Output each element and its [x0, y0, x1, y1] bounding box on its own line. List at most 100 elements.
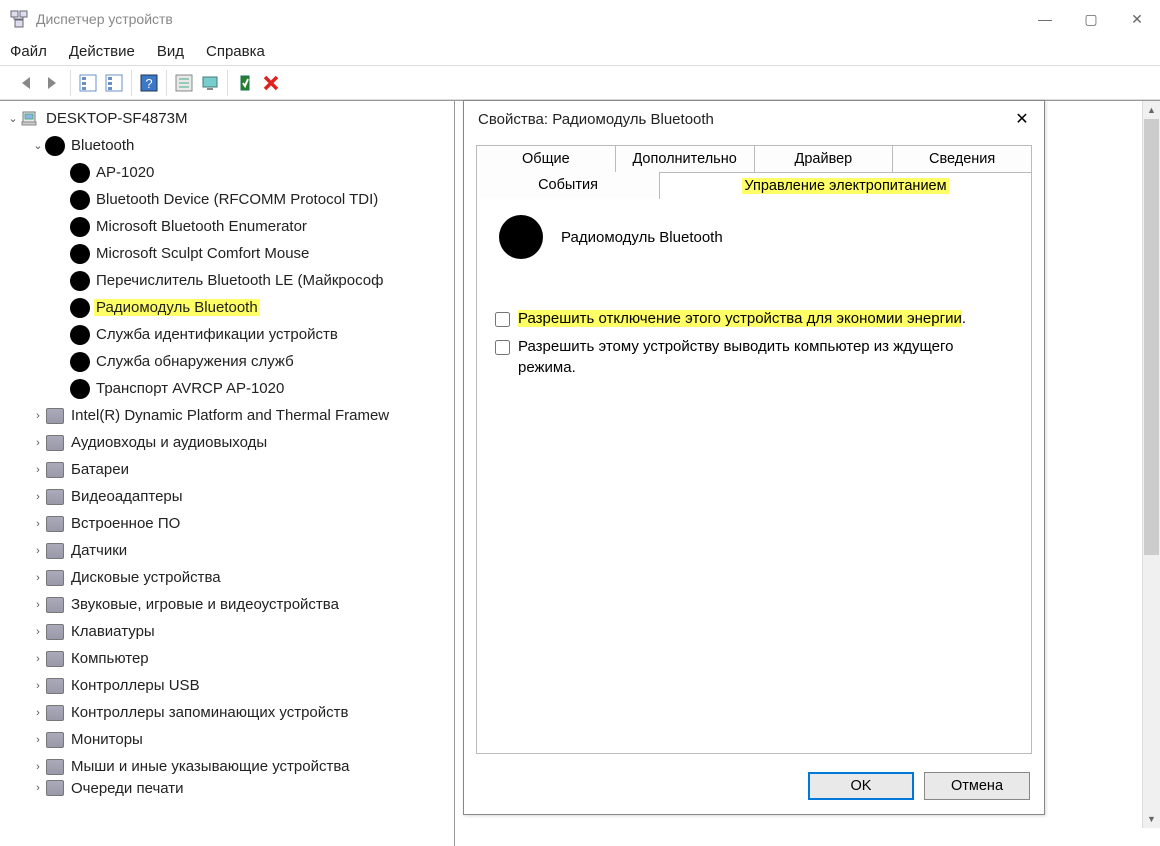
tree-category[interactable]: ›Мыши и иные указывающие устройства	[0, 753, 454, 780]
scrollbar-thumb[interactable]	[1144, 119, 1159, 555]
dialog-close-button[interactable]: ✕	[1000, 103, 1044, 135]
expander-icon[interactable]: ›	[31, 707, 45, 719]
tree-category[interactable]: › Батареи	[0, 456, 454, 483]
expander-icon[interactable]: ›	[31, 626, 45, 638]
tree-root[interactable]: ⌄DESKTOP-SF4873M	[0, 105, 454, 132]
allow-power-off-checkbox[interactable]	[495, 312, 510, 327]
expander-icon[interactable]: ›	[31, 599, 45, 611]
expander-icon[interactable]: ›	[31, 761, 45, 773]
expander-icon[interactable]: ›	[31, 680, 45, 692]
tree-category[interactable]: ›Звуковые, игровые и видеоустройства	[0, 591, 454, 618]
node-icon	[45, 568, 65, 588]
tab-details[interactable]: Сведения	[893, 145, 1032, 172]
maximize-button[interactable]: ▢	[1068, 4, 1114, 34]
tab-content: Радиомодуль Bluetooth Разрешить отключен…	[476, 199, 1032, 754]
expander-icon[interactable]: ›	[31, 653, 45, 665]
tree-category[interactable]: › Аудиовходы и аудиовыходы	[0, 429, 454, 456]
expander-icon[interactable]: ›	[31, 491, 45, 503]
expander-icon[interactable]: ›	[31, 782, 45, 794]
bluetooth-icon	[499, 215, 543, 259]
expander-icon[interactable]: ›	[31, 410, 45, 422]
expander-icon[interactable]: ⌄	[31, 139, 45, 152]
show-hide-tree-button[interactable]	[77, 72, 99, 94]
properties-dialog: Свойства: Радиомодуль Bluetooth ✕ Общие …	[463, 100, 1045, 815]
scan-hardware-button[interactable]	[173, 72, 195, 94]
app-icon	[10, 10, 28, 28]
tree-bt-item[interactable]: Транспорт AVRCP AP-1020	[0, 375, 454, 402]
vertical-scrollbar[interactable]: ▲ ▼	[1142, 101, 1160, 828]
enable-device-button[interactable]	[234, 72, 256, 94]
tab-events[interactable]: События	[476, 172, 660, 199]
expander-icon[interactable]: ›	[31, 437, 45, 449]
menu-help[interactable]: Справка	[206, 43, 265, 60]
tree-bt-item[interactable]: Радиомодуль Bluetooth	[0, 294, 454, 321]
tree-category[interactable]: ›Клавиатуры	[0, 618, 454, 645]
node-icon	[70, 217, 90, 237]
node-label: Аудиовходы и аудиовыходы	[69, 434, 269, 451]
tab-general[interactable]: Общие	[476, 145, 616, 172]
node-icon	[70, 352, 90, 372]
cancel-button[interactable]: Отмена	[924, 772, 1030, 800]
tree-bluetooth[interactable]: ⌄Bluetooth	[0, 132, 454, 159]
tree-bt-item[interactable]: Служба обнаружения служб	[0, 348, 454, 375]
expander-icon[interactable]: ›	[31, 464, 45, 476]
help-button[interactable]	[138, 72, 160, 94]
tree-category[interactable]: › Контроллеры USB	[0, 672, 454, 699]
node-label: Батареи	[69, 461, 131, 478]
tree-category[interactable]: ›Мониторы	[0, 726, 454, 753]
tree-category[interactable]: ›Датчики	[0, 537, 454, 564]
tree-category[interactable]: ›Компьютер	[0, 645, 454, 672]
allow-power-off-row: Разрешить отключение этого устройства дл…	[495, 309, 1015, 329]
dialog-buttons: OK Отмена	[808, 772, 1030, 800]
tree-bt-item[interactable]: Microsoft Sculpt Comfort Mouse	[0, 240, 454, 267]
node-icon	[70, 271, 90, 291]
tree-bt-item[interactable]: Microsoft Bluetooth Enumerator	[0, 213, 454, 240]
tree-category[interactable]: ›Встроенное ПО	[0, 510, 454, 537]
node-icon	[45, 730, 65, 750]
tab-driver[interactable]: Драйвер	[755, 145, 894, 172]
scroll-down-button[interactable]: ▼	[1143, 810, 1160, 828]
forward-button[interactable]	[42, 72, 64, 94]
close-button[interactable]: ✕	[1114, 4, 1160, 34]
node-icon	[45, 487, 65, 507]
ok-button[interactable]: OK	[808, 772, 914, 800]
node-label: Радиомодуль Bluetooth	[94, 299, 260, 316]
tree-bt-item[interactable]: AP-1020	[0, 159, 454, 186]
node-label: Контроллеры USB	[69, 677, 202, 694]
menu-action[interactable]: Действие	[69, 43, 135, 60]
node-label: Транспорт AVRCP AP-1020	[94, 380, 286, 397]
node-label: Microsoft Bluetooth Enumerator	[94, 218, 309, 235]
tree-category[interactable]: ›Видеоадаптеры	[0, 483, 454, 510]
allow-wake-checkbox[interactable]	[495, 340, 510, 355]
minimize-button[interactable]: —	[1022, 4, 1068, 34]
node-icon	[45, 136, 65, 156]
node-label: AP-1020	[94, 164, 156, 181]
tabs: Общие Дополнительно Драйвер Сведения Соб…	[476, 145, 1032, 754]
device-tree[interactable]: ⌄DESKTOP-SF4873M⌄Bluetooth AP-1020 Bluetoo…	[0, 101, 454, 800]
tab-advanced[interactable]: Дополнительно	[616, 145, 755, 172]
tree-bt-item[interactable]: Перечислитель Bluetooth LE (Майкрософ	[0, 267, 454, 294]
expander-icon[interactable]: ›	[31, 734, 45, 746]
tab-power-management[interactable]: Управление электропитанием	[660, 172, 1032, 199]
properties-button[interactable]	[103, 72, 125, 94]
scroll-up-button[interactable]: ▲	[1143, 101, 1160, 119]
tree-category[interactable]: ›Дисковые устройства	[0, 564, 454, 591]
menu-view[interactable]: Вид	[157, 43, 184, 60]
expander-icon[interactable]: ›	[31, 545, 45, 557]
node-label: Служба обнаружения служб	[94, 353, 296, 370]
uninstall-device-button[interactable]	[260, 72, 282, 94]
node-icon	[70, 298, 90, 318]
tree-category[interactable]: ›Очереди печати	[0, 780, 454, 796]
allow-power-off-label: Разрешить отключение этого устройства дл…	[518, 309, 966, 329]
expander-icon[interactable]: ›	[31, 518, 45, 530]
update-driver-button[interactable]	[199, 72, 221, 94]
tree-category[interactable]: ›Intel(R) Dynamic Platform and Thermal F…	[0, 402, 454, 429]
expander-icon[interactable]: ⌄	[6, 112, 20, 125]
expander-icon[interactable]: ›	[31, 572, 45, 584]
tree-bt-item[interactable]: Bluetooth Device (RFCOMM Protocol TDI)	[0, 186, 454, 213]
tree-category[interactable]: ›Контроллеры запоминающих устройств	[0, 699, 454, 726]
menu-file[interactable]: Файл	[10, 43, 47, 60]
back-button[interactable]	[16, 72, 38, 94]
tree-bt-item[interactable]: Служба идентификации устройств	[0, 321, 454, 348]
node-icon	[45, 595, 65, 615]
